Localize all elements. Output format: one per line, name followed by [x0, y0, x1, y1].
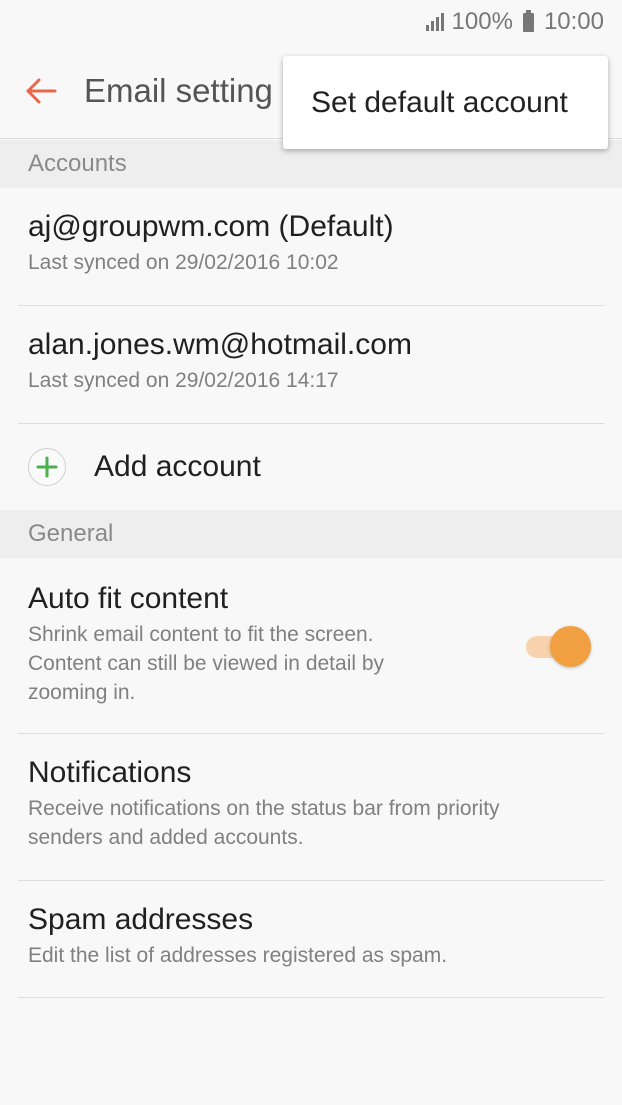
status-bar: 100% 10:00	[0, 0, 622, 44]
account-email: alan.jones.wm@hotmail.com	[28, 328, 412, 361]
account-item-2[interactable]: alan.jones.wm@hotmail.com Last synced on…	[0, 328, 622, 395]
notifications-setting[interactable]: Notifications Receive notifications on t…	[0, 756, 622, 852]
spam-addresses-setting[interactable]: Spam addresses Edit the list of addresse…	[0, 903, 622, 970]
account-email: aj@groupwm.com	[28, 210, 271, 243]
setting-description: Edit the list of addresses registered as…	[28, 944, 448, 967]
default-tag: (Default)	[278, 210, 394, 243]
setting-description-line: zooming in.	[28, 681, 136, 704]
toggle-thumb	[550, 626, 591, 667]
back-arrow-icon[interactable]	[6, 44, 76, 139]
setting-description-line: Receive notifications on the status bar …	[28, 797, 500, 820]
battery-percent: 100%	[451, 8, 513, 35]
section-header-general: General	[0, 510, 622, 558]
page-title: Email setting	[84, 72, 273, 109]
divider	[18, 305, 605, 306]
battery-icon	[522, 9, 534, 32]
popup-menu-item-label: Set default account	[311, 85, 568, 119]
account-email-line: aj@groupwm.com (Default)	[28, 210, 622, 244]
divider	[18, 880, 605, 881]
auto-fit-toggle[interactable]	[524, 626, 591, 667]
signal-icon	[425, 13, 444, 31]
clock: 10:00	[543, 8, 604, 35]
add-account-button[interactable]: Add account	[0, 424, 622, 510]
plus-icon	[28, 448, 66, 486]
add-account-label: Add account	[94, 450, 261, 483]
account-sync-status: Last synced on 29/02/2016 10:02	[28, 251, 339, 274]
divider	[18, 733, 605, 734]
setting-title: Notifications	[28, 756, 192, 789]
setting-title: Spam addresses	[28, 903, 254, 936]
account-sync-status: Last synced on 29/02/2016 14:17	[28, 369, 339, 392]
setting-title: Auto fit content	[28, 582, 229, 615]
divider	[18, 997, 605, 998]
popup-menu-set-default-account[interactable]: Set default account	[283, 56, 608, 149]
account-item-1[interactable]: aj@groupwm.com (Default) Last synced on …	[0, 210, 622, 277]
section-header-label: General	[28, 520, 114, 547]
setting-description-line: senders and added accounts.	[28, 826, 304, 849]
section-header-label: Accounts	[28, 150, 127, 177]
